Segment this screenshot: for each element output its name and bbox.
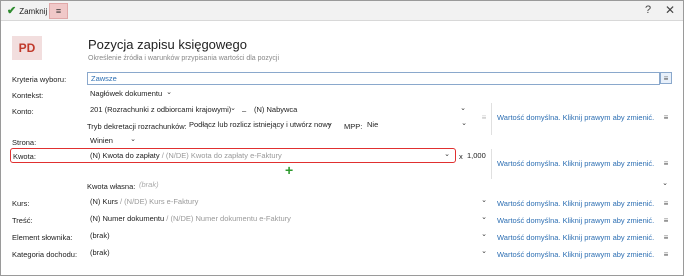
konto-account-select[interactable]: 201 (Rozrachunki z odbiorcami krajowymi)… <box>87 104 239 116</box>
close-button[interactable]: ✔ Zamknij <box>3 3 51 19</box>
page-title: Pozycja zapisu księgowego <box>88 37 247 52</box>
kategoria-value: (brak) <box>90 248 110 257</box>
kwota-wlasna-placeholder: (brak) <box>139 180 159 189</box>
element-select[interactable]: (brak) ⌄ <box>87 230 490 242</box>
close-button-label: Zamknij <box>19 6 48 16</box>
kwota-value-alt: / (N/DE) Kwota do zapłaty e-Faktury <box>159 151 282 160</box>
element-label: Element słownika: <box>12 233 73 242</box>
menu-icon[interactable]: ≡ <box>49 3 68 19</box>
divider <box>491 149 492 179</box>
kwota-label: Kwota: <box>13 152 36 161</box>
konto-sub-value: (N) Nabywca <box>254 105 298 114</box>
chevron-down-icon: ⌄ <box>230 105 236 112</box>
kwota-multiplier-input[interactable]: 1,000 <box>464 150 490 162</box>
tryb-select[interactable]: Podłącz lub rozlicz istniejący i utwórz … <box>186 119 336 131</box>
dialog-window: ✔ Zamknij ≡ ? ✕ PD Pozycja zapisu księgo… <box>0 0 684 276</box>
kurs-label: Kurs: <box>12 199 30 208</box>
tresc-value-alt: / (N/DE) Numer dokumentu e-Faktury <box>164 214 291 223</box>
konto-sub-select[interactable]: (N) Nabywca ⌄ <box>251 104 469 116</box>
strona-value: Winien <box>90 136 113 145</box>
kategoria-default-link[interactable]: Wartość domyślna. Kliknij prawym aby zmi… <box>497 250 654 259</box>
kategoria-options-icon[interactable]: ≡ <box>660 248 672 260</box>
kurs-value-alt: / (N/DE) Kurs e-Faktury <box>117 197 199 206</box>
kryteria-menu-icon[interactable]: ≡ <box>660 72 672 84</box>
chevron-down-icon: ⌄ <box>327 120 333 127</box>
strona-select[interactable]: Winien ⌄ <box>87 135 139 147</box>
chevron-down-icon: ⌄ <box>130 136 136 143</box>
add-icon[interactable]: + <box>285 163 293 177</box>
element-default-link[interactable]: Wartość domyślna. Kliknij prawym aby zmi… <box>497 233 654 242</box>
title-bar: ✔ Zamknij ≡ ? ✕ <box>1 1 683 21</box>
kryteria-label: Kryteria wyboru: <box>12 75 67 84</box>
kryteria-field[interactable]: Zawsze <box>87 72 660 85</box>
divider <box>491 103 492 135</box>
kontekst-label: Kontekst: <box>12 91 44 100</box>
tryb-value: Podłącz lub rozlicz istniejący i utwórz … <box>189 120 332 129</box>
chevron-down-icon: ⌄ <box>481 248 487 255</box>
kwota-value-main: (N) Kwota do zapłaty <box>90 151 160 160</box>
konto-options-icon[interactable]: ≡ <box>660 111 672 123</box>
kwota-multiplier-x: x <box>459 152 463 161</box>
kwota-options-icon[interactable]: ≡ <box>660 157 672 169</box>
konto-account-value: 201 (Rozrachunki z odbiorcami krajowymi) <box>90 105 232 114</box>
tryb-label: Tryb dekretacji rozrachunków: <box>87 122 187 131</box>
konto-label: Konto: <box>12 107 34 116</box>
mpp-label: MPP: <box>344 122 363 131</box>
chevron-down-icon: ⌄ <box>481 214 487 221</box>
kurs-default-link[interactable]: Wartość domyślna. Kliknij prawym aby zmi… <box>497 199 654 208</box>
chevron-down-icon: ⌄ <box>662 180 668 187</box>
kwota-wlasna-label: Kwota własna: <box>87 182 136 191</box>
tresc-value-main: (N) Numer dokumentu <box>90 214 165 223</box>
chevron-down-icon: ⌄ <box>460 105 466 112</box>
chevron-down-icon: ⌄ <box>481 231 487 238</box>
konto-menu-icon[interactable]: ≡ <box>478 111 490 123</box>
kontekst-select[interactable]: Nagłówek dokumentu ⌄ <box>87 88 175 100</box>
tresc-select[interactable]: (N) Numer dokumentu / (N/DE) Numer dokum… <box>87 213 490 225</box>
element-value: (brak) <box>90 231 110 240</box>
chevron-down-icon: ⌄ <box>481 197 487 204</box>
mpp-select[interactable]: Nie ⌄ <box>364 119 470 131</box>
kurs-options-icon[interactable]: ≡ <box>660 197 672 209</box>
kurs-value-main: (N) Kurs <box>90 197 118 206</box>
kwota-default-link[interactable]: Wartość domyślna. Kliknij prawym aby zmi… <box>497 159 654 168</box>
kontekst-value: Nagłówek dokumentu <box>90 89 163 98</box>
chevron-down-icon: ⌄ <box>444 151 450 158</box>
kategoria-label: Kategoria dochodu: <box>12 250 78 259</box>
kwota-wlasna-field[interactable]: (brak) ⌄ <box>136 179 671 191</box>
tresc-default-link[interactable]: Wartość domyślna. Kliknij prawym aby zmi… <box>497 216 654 225</box>
strona-label: Strona: <box>12 138 37 147</box>
element-options-icon[interactable]: ≡ <box>660 231 672 243</box>
kategoria-select[interactable]: (brak) ⌄ <box>87 247 490 259</box>
page-subtitle: Określenie źródła i warunków przypisania… <box>88 55 280 62</box>
document-type-badge: PD <box>12 36 42 60</box>
konto-default-link[interactable]: Wartość domyślna. Kliknij prawym aby zmi… <box>497 113 654 122</box>
chevron-down-icon: ⌄ <box>461 120 467 127</box>
close-icon[interactable]: ✕ <box>665 3 675 17</box>
chevron-down-icon: ⌄ <box>166 89 172 96</box>
tresc-label: Treść: <box>12 216 33 225</box>
tresc-options-icon[interactable]: ≡ <box>660 214 672 226</box>
checkmark-icon: ✔ <box>7 4 17 17</box>
kwota-select[interactable]: (N) Kwota do zapłaty / (N/DE) Kwota do z… <box>87 150 453 162</box>
help-icon[interactable]: ? <box>645 4 651 16</box>
mpp-value: Nie <box>367 120 379 129</box>
kurs-select[interactable]: (N) Kurs / (N/DE) Kurs e-Faktury ⌄ <box>87 196 490 208</box>
konto-separator: – <box>242 106 247 115</box>
